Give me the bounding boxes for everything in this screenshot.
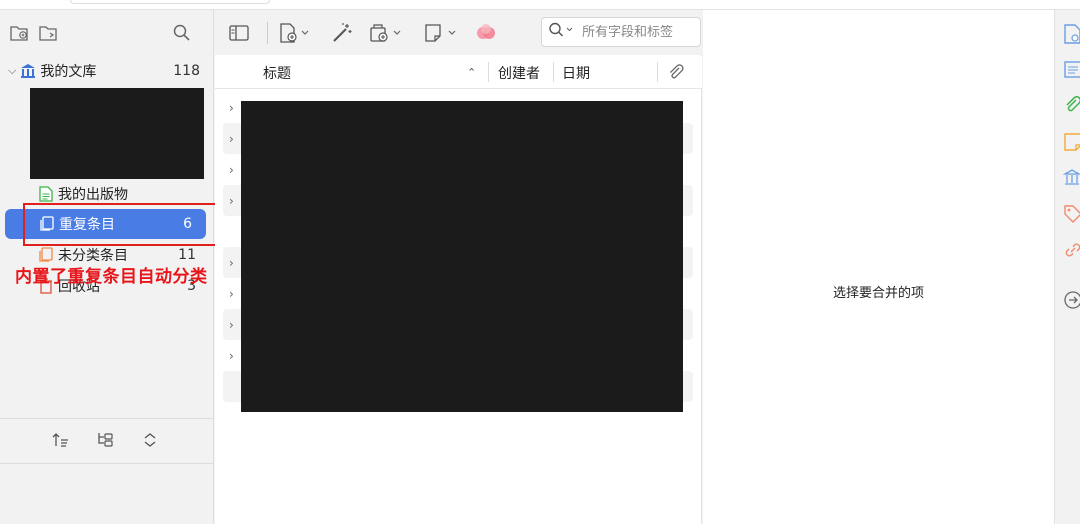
related-section-icon[interactable]	[1063, 240, 1080, 260]
redacted-collections	[30, 88, 204, 179]
collections-toolbar	[0, 10, 214, 54]
tag-selector-toolbar	[0, 428, 214, 454]
sidebar-item-label: 我的出版物	[58, 187, 128, 203]
locate-icon[interactable]	[1063, 290, 1080, 310]
search-icon[interactable]	[548, 21, 574, 43]
search-input[interactable]	[582, 24, 694, 40]
info-section-icon[interactable]	[1063, 24, 1080, 44]
filter-collections-icon[interactable]	[171, 22, 193, 44]
attachment-column-icon[interactable]	[667, 56, 685, 89]
library-row[interactable]: ⌵ 我的文库 118	[0, 56, 214, 86]
search-field[interactable]	[541, 17, 701, 47]
chevron-right-icon[interactable]: ›	[229, 163, 234, 177]
column-divider[interactable]	[488, 62, 489, 82]
sidebar-item-count: 11	[178, 247, 196, 263]
chevron-right-icon[interactable]: ›	[229, 194, 234, 208]
sort-ascending-icon[interactable]: ⌃	[467, 56, 476, 89]
divider	[0, 463, 214, 464]
item-pane-sidenav	[1054, 10, 1080, 524]
annotation-text: 内置了重复条目自动分类	[15, 267, 208, 287]
column-creator-label: 创建者	[498, 65, 540, 82]
chevron-right-icon[interactable]: ›	[229, 101, 234, 115]
tags-section-icon[interactable]	[1063, 204, 1080, 224]
libraries-collections-section-icon[interactable]	[1062, 168, 1080, 188]
redacted-items	[241, 101, 683, 412]
library-label: 我的文库	[40, 64, 97, 80]
column-header-creator[interactable]: 创建者	[498, 56, 540, 89]
abstract-section-icon[interactable]	[1063, 60, 1080, 80]
new-note-icon[interactable]	[424, 21, 460, 45]
column-header-date[interactable]: 日期	[562, 56, 590, 89]
tab-stub[interactable]	[70, 0, 270, 4]
new-note-attachment-icon[interactable]	[369, 21, 405, 45]
attachments-section-icon[interactable]	[1063, 96, 1080, 116]
column-title-label: 标题	[263, 65, 291, 82]
new-collection-icon[interactable]	[9, 22, 31, 44]
merge-instructions: 选择要合并的项	[832, 286, 924, 301]
items-pane: 标题 ⌃ 创建者 日期 › › › › › › › ›	[215, 10, 702, 524]
column-divider[interactable]	[657, 62, 658, 82]
notes-section-icon[interactable]	[1063, 132, 1080, 152]
magic-wand-icon[interactable]	[331, 21, 353, 45]
chevron-down-icon[interactable]: ⌵	[8, 64, 16, 78]
publications-icon	[38, 186, 54, 202]
toolbar-divider	[267, 22, 268, 44]
toggle-collections-pane-icon[interactable]	[229, 21, 249, 45]
chevron-right-icon[interactable]: ›	[229, 287, 234, 301]
window-top-strip	[0, 0, 1080, 10]
unfiled-items-icon	[38, 247, 54, 263]
divider	[0, 418, 214, 419]
items-table-header: 标题 ⌃ 创建者 日期	[215, 56, 702, 89]
column-header-title[interactable]: 标题	[263, 56, 291, 89]
new-item-icon[interactable]	[279, 21, 313, 45]
items-toolbar	[215, 10, 702, 55]
chevron-right-icon[interactable]: ›	[229, 132, 234, 146]
chevron-right-icon[interactable]: ›	[229, 349, 234, 363]
annotation-highlight-box	[23, 203, 226, 246]
chevron-right-icon[interactable]: ›	[229, 318, 234, 332]
column-divider[interactable]	[553, 62, 554, 82]
new-saved-search-icon[interactable]	[38, 22, 60, 44]
merge-pane: 选择要合并的项	[703, 10, 1054, 524]
sort-icon[interactable]	[52, 431, 70, 453]
tree-icon[interactable]	[96, 431, 114, 453]
column-date-label: 日期	[562, 65, 590, 82]
library-count: 118	[173, 63, 200, 79]
chevron-right-icon[interactable]: ›	[229, 256, 234, 270]
expand-collapse-icon[interactable]	[142, 431, 158, 453]
library-icon	[20, 63, 36, 79]
annotation-color-icon[interactable]	[475, 21, 497, 45]
